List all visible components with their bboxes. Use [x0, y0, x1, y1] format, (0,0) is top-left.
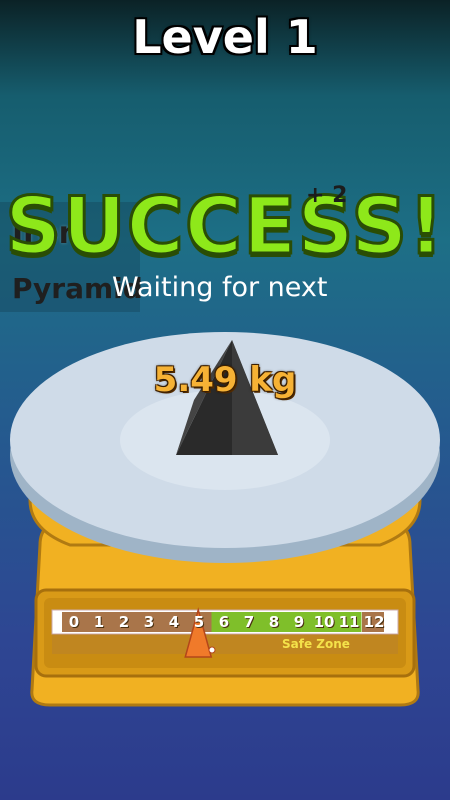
bonus-indicator: + 2 [306, 183, 348, 208]
level-title: Level 1 [132, 10, 318, 64]
success-banner: SUCCESS! [4, 181, 446, 274]
gauge-tick: 3 [143, 613, 155, 631]
gauge-tick: 7 [243, 613, 255, 631]
status-text: Waiting for next [112, 272, 328, 303]
gauge-tick: 10 [313, 613, 335, 631]
gauge-tick: 5 [193, 613, 205, 631]
gauge-tick: 2 [118, 613, 130, 631]
weight-readout: 5.49 kg [153, 360, 297, 400]
gauge-tick: 0 [68, 613, 80, 631]
gauge-tick: 4 [168, 613, 180, 631]
safe-zone-label: Safe Zone [282, 637, 350, 651]
gauge-ticks: 0 1 2 3 4 5 6 7 8 9 10 11 12 [50, 610, 400, 636]
gauge-tick: 12 [363, 613, 385, 631]
scale-illustration [10, 332, 440, 707]
gauge-tick: 8 [268, 613, 280, 631]
gauge-tick: 6 [218, 613, 230, 631]
gauge-tick: 11 [338, 613, 360, 631]
gauge-tick: 9 [293, 613, 305, 631]
gauge-tick: 1 [93, 613, 105, 631]
